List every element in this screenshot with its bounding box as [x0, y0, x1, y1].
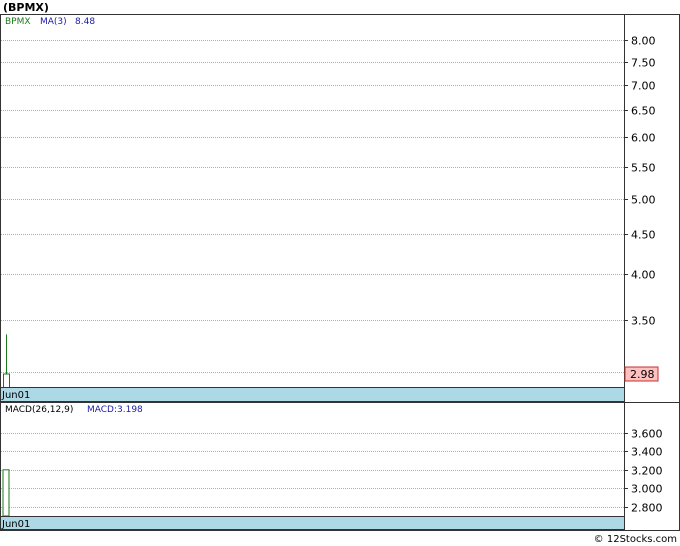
price-ticker-label: BPMX	[5, 17, 31, 27]
last-price-text: 2.98	[630, 368, 655, 381]
macd-tick-label: 3.400	[631, 446, 663, 459]
macd-date-label: Jun01	[1, 519, 30, 530]
macd-panel-frame	[0, 402, 680, 531]
macd-value-label: MACD:3.198	[87, 405, 143, 415]
price-tick-label: 5.50	[631, 162, 656, 175]
price-tick-label: 3.50	[631, 315, 656, 328]
price-date-strip	[0, 387, 625, 402]
price-tick-label: 8.00	[631, 35, 656, 48]
ma-value: 8.48	[75, 17, 95, 27]
stock-chart: (BPMX) 8.00 7.50 7.00 6.50 6.00 5.50 5.00 4.50 4…	[0, 1, 680, 545]
macd-tick-label: 3.000	[631, 483, 663, 496]
last-price-badge: 2.98	[624, 366, 659, 382]
macd-tick-label: 2.800	[631, 502, 663, 515]
price-tick-label: 4.00	[631, 269, 656, 282]
macd-bar	[2, 469, 10, 517]
chart-title: (BPMX)	[3, 1, 49, 14]
macd-label: MACD(26,12,9)	[5, 405, 73, 415]
ma-label: MA(3)	[40, 17, 67, 27]
price-panel-frame	[0, 14, 680, 403]
price-tick-label: 7.50	[631, 57, 656, 70]
price-tick-label: 6.50	[631, 105, 656, 118]
watermark: © 12Stocks.com	[594, 534, 677, 545]
price-tick-label: 7.00	[631, 80, 656, 93]
macd-date-strip	[0, 516, 625, 530]
macd-tick-label: 3.200	[631, 465, 663, 478]
macd-bars	[2, 469, 10, 517]
macd-tick-label: 3.600	[631, 428, 663, 441]
price-tick-label: 4.50	[631, 229, 656, 242]
price-tick-label: 6.00	[631, 132, 656, 145]
price-date-label: Jun01	[1, 390, 30, 401]
price-tick-label: 5.00	[631, 194, 656, 207]
